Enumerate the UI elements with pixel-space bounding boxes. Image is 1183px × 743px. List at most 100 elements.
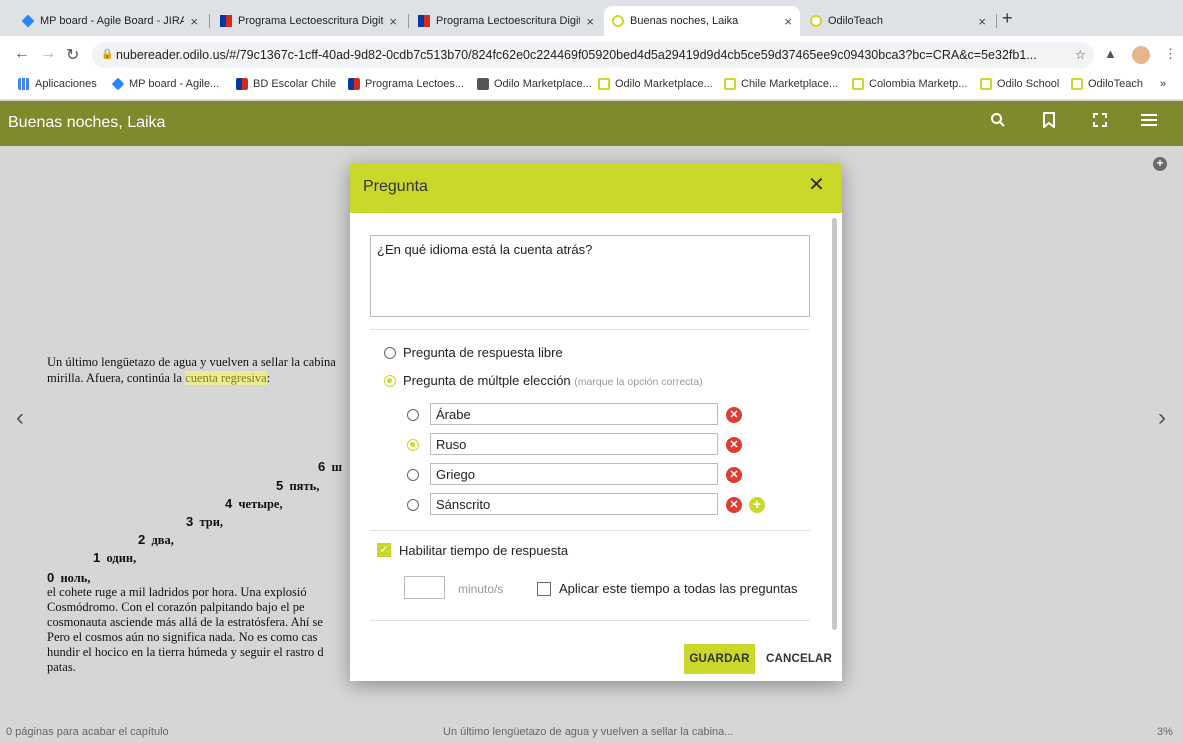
bookmark-chile-marketplace[interactable]: Chile Marketplace... [724,78,838,90]
bookmark-mp-board[interactable]: MP board - Agile... [111,77,219,91]
more-bookmarks-button[interactable]: » [1160,78,1166,90]
previous-page-arrow-icon[interactable]: ‹ [16,404,24,432]
countdown-line: 0 ноль, [47,570,91,585]
fullscreen-icon[interactable] [1093,112,1107,132]
book-line: Un último lengüetazo de agua y vuelven a… [47,355,336,369]
divider [370,530,810,531]
tab-separator [996,14,997,28]
countdown-line: 4 четыре, [225,496,283,511]
answer-radio[interactable] [407,409,419,421]
flag-icon [236,78,248,90]
progress-percent: 3% [1157,726,1173,738]
menu-dots-icon[interactable]: ⋮ [1164,46,1177,62]
countdown-line: 3 три, [186,514,224,529]
dialog-body: Pregunta de respuesta libre Pregunta de … [350,213,842,633]
radio-multiple-choice[interactable] [384,375,396,387]
url-text: nubereader.odilo.us/#/79c1367c-1cff-40ad… [116,48,1037,62]
bookmark-icon[interactable] [1042,112,1056,133]
dialog-scrollbar[interactable] [832,218,837,630]
bookmark-star-icon[interactable]: ☆ [1075,42,1086,68]
globe-icon [477,78,489,90]
bookmark-colombia[interactable]: Colombia Marketp... [852,78,967,90]
odilo-icon [598,78,610,90]
delete-answer-icon[interactable]: ✕ [726,467,742,483]
answer-radio[interactable] [407,469,419,481]
bookmark-bd-escolar[interactable]: BD Escolar Chile [236,78,336,90]
tab-title: OdiloTeach [828,15,884,27]
bookmark-aplicaciones[interactable]: Aplicaciones [18,78,97,90]
divider [370,329,810,330]
close-icon[interactable]: ✕ [808,175,825,195]
book-line: hundir el hocico en la tierra húmeda y s… [47,645,324,659]
book-line: Cosmódromo. Con el corazón palpitando ba… [47,600,305,614]
delete-answer-icon[interactable]: ✕ [726,437,742,453]
odilo-icon [810,15,822,27]
enable-time-label: Habilitar tiempo de respuesta [399,543,569,558]
tab-title: Programa Lectoescritura Digital [238,15,384,27]
answer-radio-correct[interactable] [407,439,419,451]
tab-programa-2[interactable]: Programa Lectoescritura Digital × [410,6,602,36]
enable-time-checkbox[interactable]: ✓ [377,543,391,557]
back-arrow-icon[interactable]: ← [14,45,30,63]
bookmark-odiloteach[interactable]: OdiloTeach [1071,78,1143,90]
bookmark-odilo-marketplace-2[interactable]: Odilo Marketplace... [598,78,713,90]
add-answer-icon[interactable]: + [749,497,765,513]
drive-icon[interactable]: ▲ [1104,46,1117,61]
bookmark-programa[interactable]: Programa Lectoes... [348,78,464,90]
cancel-button[interactable]: CANCELAR [761,644,837,674]
delete-answer-icon[interactable]: ✕ [726,407,742,423]
browser-tab-bar: MP board - Agile Board - JIRA × Programa… [0,0,1183,36]
tab-jira[interactable]: MP board - Agile Board - JIRA × [14,6,206,36]
tab-title: Programa Lectoescritura Digital [436,15,581,27]
url-field[interactable]: 🔒 nubereader.odilo.us/#/79c1367c-1cff-40… [92,42,1094,68]
next-page-arrow-icon[interactable]: › [1158,404,1166,432]
odilo-icon [852,78,864,90]
save-button[interactable]: GUARDAR [684,644,755,674]
book-line: el cohete ruge a mil ladridos por hora. … [47,585,307,599]
forward-arrow-icon[interactable]: → [40,45,56,63]
delete-answer-icon[interactable]: ✕ [726,497,742,513]
book-line: Pero el cosmos aún no significa nada. No… [47,630,318,644]
add-note-icon[interactable]: + [1153,157,1167,171]
address-bar-row: ← → ↻ 🔒 nubereader.odilo.us/#/79c1367c-1… [0,36,1183,74]
tab-odiloteach[interactable]: OdiloTeach × [802,6,994,36]
close-tab-icon[interactable]: × [586,14,594,29]
tab-programa-1[interactable]: Programa Lectoescritura Digital × [212,6,405,36]
answer-input[interactable] [430,403,718,425]
question-textarea[interactable] [370,235,810,317]
time-input[interactable] [404,576,445,599]
book-title: Buenas noches, Laika [8,114,166,131]
answer-input[interactable] [430,463,718,485]
apply-all-checkbox[interactable] [537,582,551,596]
tab-title: Buenas noches, Laika [630,15,739,27]
dialog-title: Pregunta [363,178,428,195]
chapter-excerpt-text: Un último lengüetazo de agua y vuelven a… [443,726,734,738]
tab-buenas-noches-laika[interactable]: Buenas noches, Laika × [604,6,800,36]
close-tab-icon[interactable]: × [190,14,198,29]
close-tab-icon[interactable]: × [978,14,986,29]
dialog-header: Pregunta ✕ [350,163,842,213]
reload-icon[interactable]: ↻ [66,45,79,65]
radio-free-answer[interactable] [384,347,396,359]
divider [370,620,810,621]
lock-icon: 🔒 [101,49,114,60]
answer-input[interactable] [430,433,718,455]
countdown-line: 2 два, [138,532,174,547]
bookmarks-bar: Aplicaciones MP board - Agile... BD Esco… [0,74,1183,100]
close-tab-icon[interactable]: × [389,14,397,29]
countdown-line: 1 один, [93,550,137,565]
close-tab-icon[interactable]: × [784,14,792,29]
jira-icon [21,14,35,28]
odilo-icon [980,78,992,90]
menu-icon[interactable] [1141,112,1157,132]
search-icon[interactable] [990,112,1006,133]
answer-input[interactable] [430,493,718,515]
answer-radio[interactable] [407,499,419,511]
apply-all-label: Aplicar este tiempo a todas las pregunta… [559,581,798,596]
bookmark-odilo-school[interactable]: Odilo School [980,78,1059,90]
profile-avatar[interactable] [1132,46,1150,64]
countdown-line: 5 пять, [276,478,320,493]
new-tab-button[interactable]: + [1002,8,1013,29]
bookmark-odilo-marketplace-1[interactable]: Odilo Marketplace... [477,78,592,90]
highlighted-text[interactable]: cuenta regresiva [185,371,267,385]
